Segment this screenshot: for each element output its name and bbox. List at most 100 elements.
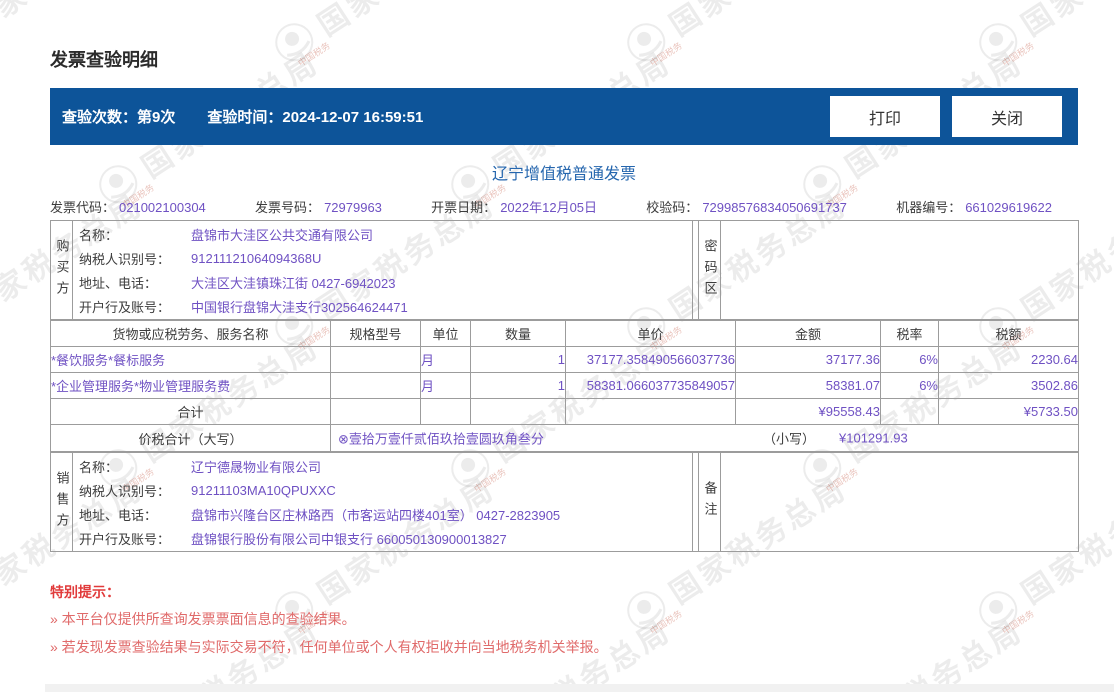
header-spec: 规格型号	[331, 321, 421, 347]
item-unit: 月	[421, 373, 471, 399]
invoice-number: 发票号码： 72979963	[255, 197, 382, 216]
field-label: 地址、电话：	[73, 273, 191, 292]
item-row: *餐饮服务*餐标服务 月 1 37177.358490566037736 371…	[51, 347, 1079, 373]
content-area: 发票查验明细 查验次数：第9次 查验时间：2024-12-07 16:59:51…	[0, 0, 1114, 692]
field-row: 纳税人识别号：91211103MA10QPUXXC	[73, 478, 692, 502]
field-label: 纳税人识别号：	[73, 481, 191, 500]
items-total-amount: ¥95558.43	[736, 399, 881, 425]
items-total-tax: ¥5733.50	[939, 399, 1079, 425]
items-header-row: 货物或应税劳务、服务名称 规格型号 单位 数量 单价 金额 税率 税额	[51, 321, 1079, 347]
machine-number-label: 机器编号：	[896, 200, 961, 215]
buyer-section: 购买方 名称：盘锦市大洼区公共交通有限公司 纳税人识别号：91211121064…	[50, 220, 1079, 320]
check-time-value: 2024-12-07 16:59:51	[282, 109, 423, 126]
amount-small-label: （小写）	[763, 429, 815, 448]
remarks-area	[721, 453, 1079, 552]
print-button[interactable]: 打印	[830, 96, 940, 137]
password-area-label-cell: 密码区	[699, 221, 721, 320]
amount-small-value: ¥101291.93	[839, 431, 908, 446]
field-value: 盘锦银行股份有限公司中银支行 660050130900013827	[191, 529, 507, 548]
invoice-date: 开票日期：2022年12月05日	[431, 197, 597, 216]
invoice-number-value: 72979963	[324, 200, 382, 215]
item-quantity: 1	[471, 347, 566, 373]
machine-number-value: 661029619622	[965, 200, 1052, 215]
header-amount: 金额	[736, 321, 881, 347]
verification-bar: 查验次数：第9次 查验时间：2024-12-07 16:59:51 打印 关闭	[50, 88, 1078, 145]
notice-line: » 本平台仅提供所查询发票票面信息的查验结果。	[50, 609, 356, 629]
item-name: *企业管理服务*物业管理服务费	[51, 373, 331, 399]
special-notice-title: 特别提示：	[50, 582, 120, 602]
field-row: 开户行及账号：盘锦银行股份有限公司中银支行 660050130900013827	[73, 526, 692, 550]
field-value: 盘锦市大洼区公共交通有限公司	[191, 225, 373, 244]
empty-cell	[471, 399, 566, 425]
invoice-verification-page: 国家税务总局中国税务国家税务总局中国税务国家税务总局中国税务国家税务总局中国税务…	[0, 0, 1114, 692]
field-label: 名称：	[73, 457, 191, 476]
field-value: 大洼区大洼镇珠江街 0427-6942023	[191, 273, 395, 292]
field-value: 中国银行盘锦大洼支行302564624471	[191, 297, 408, 316]
close-button[interactable]: 关闭	[952, 96, 1062, 137]
check-count: 查验次数：第9次	[62, 106, 175, 127]
buyer-side-label: 购买方	[52, 239, 72, 302]
check-count-label: 查验次数：	[62, 109, 137, 126]
amount-capital: ⊗壹拾万壹仟贰佰玖拾壹圆玖角叁分	[338, 429, 544, 448]
seller-fields-cell: 名称：辽宁德晟物业有限公司 纳税人识别号：91211103MA10QPUXXC …	[73, 453, 693, 552]
item-quantity: 1	[471, 373, 566, 399]
check-count-value: 第9次	[137, 109, 175, 126]
page-title: 发票查验明细	[50, 46, 158, 72]
seller-fields: 名称：辽宁德晟物业有限公司 纳税人识别号：91211103MA10QPUXXC …	[73, 454, 692, 550]
check-code: 校验码：72998576834050691737	[646, 197, 847, 216]
field-label: 地址、电话：	[73, 505, 191, 524]
seller-side-cell: 销售方	[51, 453, 73, 552]
item-row: *企业管理服务*物业管理服务费 月 1 58381.06603773584905…	[51, 373, 1079, 399]
items-total-label: 合计	[51, 399, 331, 425]
notice-line: » 若发现发票查验结果与实际交易不符，任何单位或个人有权拒收并向当地税务机关举报…	[50, 637, 608, 657]
items-table: 货物或应税劳务、服务名称 规格型号 单位 数量 单价 金额 税率 税额 *餐饮服…	[50, 320, 1079, 425]
invoice-date-value: 2022年12月05日	[500, 200, 597, 215]
amount-in-words-row: 价税合计（大写） ⊗壹拾万壹仟贰佰玖拾壹圆玖角叁分 （小写） ¥101291.9…	[50, 424, 1079, 452]
invoice-code-label: 发票代码：	[50, 200, 115, 215]
field-label: 纳税人识别号：	[73, 249, 191, 268]
header-goods-name: 货物或应税劳务、服务名称	[51, 321, 331, 347]
item-tax-rate: 6%	[881, 373, 939, 399]
amount-in-words-label: 价税合计（大写）	[51, 425, 331, 452]
item-unit-price: 37177.358490566037736	[566, 347, 736, 373]
invoice-title: 辽宁增值税普通发票	[50, 160, 1078, 184]
field-row: 开户行及账号：中国银行盘锦大洼支行302564624471	[73, 294, 692, 318]
machine-number: 机器编号： 661029619622	[896, 197, 1052, 216]
empty-cell	[566, 399, 736, 425]
empty-cell	[421, 399, 471, 425]
header-unit: 单位	[421, 321, 471, 347]
invoice-code: 发票代码：021002100304	[50, 197, 206, 216]
item-name: *餐饮服务*餐标服务	[51, 347, 331, 373]
empty-cell	[331, 399, 421, 425]
field-value: 辽宁德晟物业有限公司	[191, 457, 321, 476]
seller-side-label: 销售方	[52, 471, 72, 534]
header-tax-amount: 税额	[939, 321, 1079, 347]
invoice-meta-row: 发票代码：021002100304 发票号码： 72979963 开票日期：202…	[50, 197, 1052, 216]
item-tax-rate: 6%	[881, 347, 939, 373]
header-quantity: 数量	[471, 321, 566, 347]
header-tax-rate: 税率	[881, 321, 939, 347]
invoice-number-label: 发票号码：	[255, 200, 320, 215]
check-code-value: 72998576834050691737	[702, 200, 847, 215]
items-total-row: 合计 ¥95558.43 ¥5733.50	[51, 399, 1079, 425]
item-amount: 37177.36	[736, 347, 881, 373]
buyer-fields-cell: 名称：盘锦市大洼区公共交通有限公司 纳税人识别号：912111210640943…	[73, 221, 693, 320]
field-row: 地址、电话：大洼区大洼镇珠江街 0427-6942023	[73, 270, 692, 294]
field-row: 名称：盘锦市大洼区公共交通有限公司	[73, 222, 692, 246]
check-time: 查验时间：2024-12-07 16:59:51	[207, 106, 423, 127]
remarks-label-cell: 备注	[699, 453, 721, 552]
field-label: 开户行及账号：	[73, 529, 191, 548]
item-spec	[331, 347, 421, 373]
remarks-label: 备注	[700, 481, 720, 523]
buyer-side-cell: 购买方	[51, 221, 73, 320]
horizontal-scrollbar[interactable]	[45, 684, 1114, 692]
amount-in-words-cell: ⊗壹拾万壹仟贰佰玖拾壹圆玖角叁分 （小写） ¥101291.93	[331, 425, 1079, 452]
header-unit-price: 单价	[566, 321, 736, 347]
item-unit-price: 58381.066037735849057	[566, 373, 736, 399]
password-area-label: 密码区	[700, 239, 720, 302]
seller-section: 销售方 名称：辽宁德晟物业有限公司 纳税人识别号：91211103MA10QPU…	[50, 452, 1079, 552]
field-value: 91211121064094368U	[191, 251, 321, 266]
item-tax-amount: 2230.64	[939, 347, 1079, 373]
password-area	[721, 221, 1079, 320]
field-label: 名称：	[73, 225, 191, 244]
